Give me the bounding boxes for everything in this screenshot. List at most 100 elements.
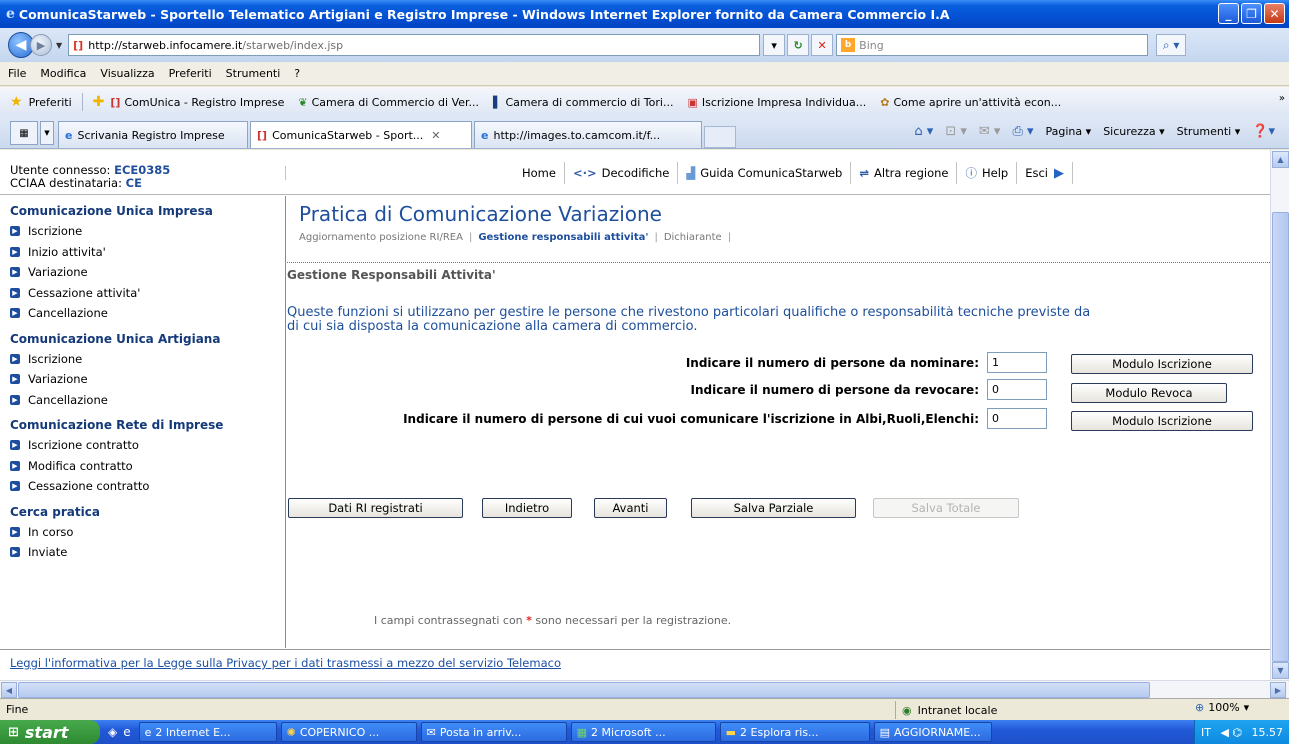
salva-parziale-button[interactable]: Salva Parziale: [691, 498, 856, 518]
menu-strumenti[interactable]: Strumenti: [226, 67, 281, 80]
zoom-dropdown-icon[interactable]: ▾: [1244, 701, 1250, 714]
nav-help[interactable]: ⓘ Help: [957, 162, 1016, 184]
security-zone[interactable]: ◉ Intranet locale: [895, 701, 1075, 719]
bullet-arrow-icon: ▶: [10, 267, 20, 277]
close-tab-icon[interactable]: ✕: [431, 129, 440, 142]
nav-esci[interactable]: Esci ▶: [1017, 162, 1072, 184]
sidebar-item-artigiana-cancellazione[interactable]: ▶ Cancellazione: [10, 390, 285, 411]
sidebar-item-impresa-iscrizione[interactable]: ▶ Iscrizione: [10, 221, 285, 242]
tab-comunicastarweb[interactable]: [] ComunicaStarweb - Sport... ✕: [250, 121, 472, 148]
chevron-right-icon[interactable]: »: [1279, 93, 1285, 104]
tools-menu[interactable]: Strumenti ▾: [1177, 125, 1241, 138]
add-favorite-icon[interactable]: ✚: [93, 94, 105, 110]
new-tab-button[interactable]: [704, 126, 736, 148]
modulo-iscrizione-albi-button[interactable]: Modulo Iscrizione: [1071, 411, 1253, 431]
tab-scrivania[interactable]: e Scrivania Registro Imprese: [58, 121, 248, 148]
horizontal-scroll-thumb[interactable]: [18, 682, 1150, 698]
quick-tabs-icon[interactable]: ▦: [10, 121, 38, 145]
address-input[interactable]: [] http://starweb.infocamere.it/starweb/…: [68, 34, 761, 56]
taskbar-item-ie[interactable]: e2 Internet E...: [138, 722, 277, 742]
taskbar-item-copernico[interactable]: ✺ COPERNICO ...: [280, 722, 417, 742]
menu-help[interactable]: ?: [294, 67, 300, 80]
scroll-right-icon[interactable]: ▶: [1270, 682, 1286, 698]
zoom-control[interactable]: ⊕ 100% ▾: [1195, 701, 1249, 714]
sidebar-item-inviate[interactable]: ▶ Inviate: [10, 542, 285, 563]
nav-home[interactable]: Home: [514, 162, 564, 184]
tab-label: Scrivania Registro Imprese: [77, 128, 225, 142]
tray-icons[interactable]: ◀ ⌬: [1220, 726, 1242, 739]
language-indicator[interactable]: IT: [1201, 726, 1211, 739]
nominare-input[interactable]: [987, 352, 1047, 373]
crumb-gestione[interactable]: Gestione responsabili attivita': [478, 232, 648, 243]
refresh-icon[interactable]: ↻: [787, 34, 810, 56]
sidebar-item-impresa-inizio[interactable]: ▶ Inizio attivita': [10, 242, 285, 263]
tab-images[interactable]: e http://images.to.camcom.it/f...: [474, 121, 702, 148]
search-icon[interactable]: ⌕ ▾: [1156, 34, 1187, 56]
crumb-aggiornamento[interactable]: Aggiornamento posizione RI/REA: [299, 232, 463, 243]
menu-modifica[interactable]: Modifica: [40, 67, 86, 80]
crumb-dichiarante[interactable]: Dichiarante: [664, 232, 722, 243]
print-icon[interactable]: ⎙ ▾: [1012, 124, 1033, 139]
address-dropdown-icon[interactable]: ▾: [763, 34, 786, 56]
scroll-left-icon[interactable]: ◀: [1, 682, 17, 698]
favorite-item[interactable]: ▣ Iscrizione Impresa Individua...: [687, 96, 866, 109]
taskbar-item-posta[interactable]: ✉ Posta in arriv...: [420, 722, 567, 742]
vertical-scroll-thumb[interactable]: [1272, 212, 1289, 662]
close-button[interactable]: ✕: [1264, 3, 1285, 24]
favorites-button[interactable]: Preferiti: [29, 96, 72, 109]
favorite-item[interactable]: [] ComUnica - Registro Imprese: [110, 96, 284, 109]
scroll-up-icon[interactable]: ▲: [1272, 151, 1289, 168]
show-desktop-icon[interactable]: ◈: [108, 725, 117, 739]
privacy-link[interactable]: Leggi l'informativa per la Legge sulla P…: [10, 656, 561, 670]
nav-decodifiche[interactable]: <·> Decodifiche: [565, 162, 677, 184]
nav-altra-regione[interactable]: ⇌ Altra regione: [851, 162, 956, 184]
security-menu[interactable]: Sicurezza ▾: [1103, 125, 1164, 138]
help-icon[interactable]: ❓▾: [1252, 124, 1275, 139]
taskbar-item-esplora[interactable]: ▬ 2 Esplora ris...: [719, 722, 870, 742]
tab-list-dropdown-icon[interactable]: ▼: [40, 121, 54, 145]
search-input[interactable]: b Bing: [836, 34, 1149, 56]
taskbar-item-aggiornamento[interactable]: ▤ AGGIORNAME...: [873, 722, 992, 742]
modulo-revoca-button[interactable]: Modulo Revoca: [1071, 383, 1227, 403]
vertical-scrollbar[interactable]: ▲ ▼: [1270, 150, 1289, 680]
page-menu[interactable]: Pagina ▾: [1046, 125, 1092, 138]
horizontal-scrollbar[interactable]: ◀ ▶: [0, 680, 1289, 698]
menu-preferiti[interactable]: Preferiti: [169, 67, 212, 80]
stop-icon[interactable]: ✕: [811, 34, 834, 56]
restore-button[interactable]: ❐: [1241, 3, 1262, 24]
menu-file[interactable]: File: [8, 67, 26, 80]
minimize-button[interactable]: _: [1218, 3, 1239, 24]
forward-button[interactable]: ▶: [30, 34, 52, 56]
sidebar-item-impresa-cessazione[interactable]: ▶ Cessazione attivita': [10, 283, 285, 304]
start-button[interactable]: ⊞ start: [0, 720, 100, 744]
favorite-item[interactable]: ❦ Camera di Commercio di Ver...: [298, 96, 479, 109]
bing-icon: b: [841, 38, 856, 52]
favorite-item[interactable]: ▌ Camera di commercio di Tori...: [493, 96, 673, 109]
avanti-button[interactable]: Avanti: [594, 498, 667, 518]
dati-ri-button[interactable]: Dati RI registrati: [288, 498, 463, 518]
home-icon[interactable]: ⌂ ▾: [914, 124, 933, 139]
indietro-button[interactable]: Indietro: [482, 498, 572, 518]
sidebar-item-rete-modifica[interactable]: ▶ Modifica contratto: [10, 456, 285, 477]
sidebar-item-impresa-variazione[interactable]: ▶ Variazione: [10, 262, 285, 283]
sidebar-item-rete-cessazione[interactable]: ▶ Cessazione contratto: [10, 476, 285, 497]
sidebar-item-in-corso[interactable]: ▶ In corso: [10, 522, 285, 543]
albi-input[interactable]: [987, 408, 1047, 429]
nav-guida[interactable]: ▟ Guida ComunicaStarweb: [678, 162, 850, 184]
ie-quicklaunch-icon[interactable]: e: [123, 725, 130, 739]
bullet-arrow-icon: ▶: [10, 481, 20, 491]
taskbar-item-microsoft[interactable]: ▦ 2 Microsoft ...: [570, 722, 716, 742]
revocare-input[interactable]: [987, 379, 1047, 400]
favorites-star-icon[interactable]: ★: [10, 94, 23, 110]
sidebar-item-artigiana-iscrizione[interactable]: ▶ Iscrizione: [10, 349, 285, 370]
mail-icon[interactable]: ✉ ▾: [979, 124, 1001, 139]
sidebar-item-rete-iscrizione[interactable]: ▶ Iscrizione contratto: [10, 435, 285, 456]
scroll-down-icon[interactable]: ▼: [1272, 662, 1289, 679]
history-dropdown-icon[interactable]: ▼: [56, 41, 62, 50]
menu-visualizza[interactable]: Visualizza: [100, 67, 154, 80]
sidebar-item-impresa-cancellazione[interactable]: ▶ Cancellazione: [10, 303, 285, 324]
favorite-item[interactable]: ✿ Come aprire un'attività econ...: [880, 96, 1061, 109]
feeds-icon[interactable]: ⊡ ▾: [945, 124, 967, 139]
sidebar-item-artigiana-variazione[interactable]: ▶ Variazione: [10, 369, 285, 390]
modulo-iscrizione-button[interactable]: Modulo Iscrizione: [1071, 354, 1253, 374]
